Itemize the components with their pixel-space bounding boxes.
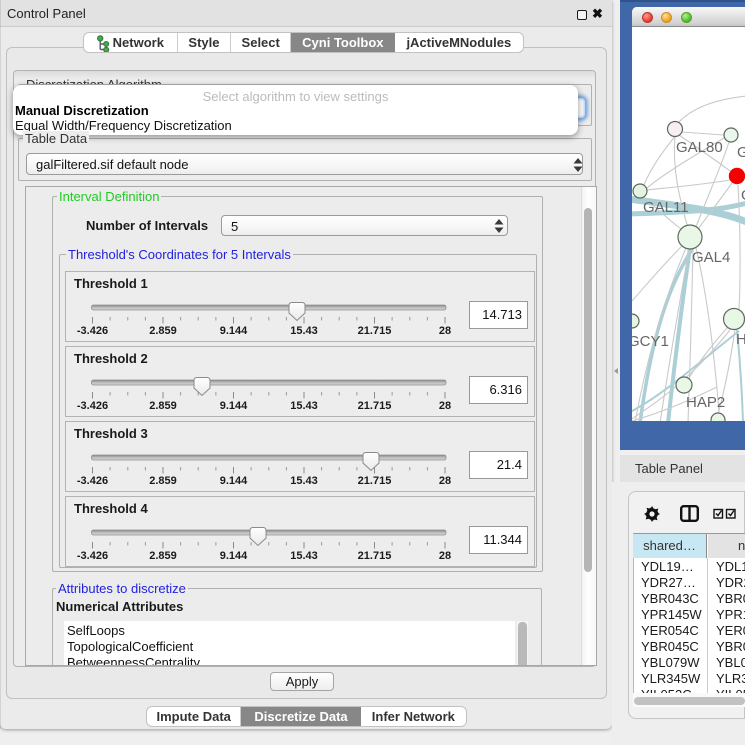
svg-text:21.715: 21.715 [358, 325, 392, 337]
svg-text:GCY1: GCY1 [632, 333, 669, 350]
svg-text:21.715: 21.715 [358, 550, 392, 562]
svg-text:28: 28 [439, 325, 451, 337]
svg-text:GAL11: GAL11 [643, 199, 689, 216]
svg-text:21.715: 21.715 [358, 475, 392, 487]
svg-text:15.43: 15.43 [290, 325, 318, 337]
svg-text:G: G [741, 187, 745, 204]
svg-text:H: H [736, 331, 745, 348]
svg-text:-3.426: -3.426 [77, 550, 108, 562]
svg-text:HAP2: HAP2 [686, 394, 725, 411]
svg-text:9.144: 9.144 [220, 400, 248, 412]
svg-text:2.859: 2.859 [149, 325, 177, 337]
svg-text:21.715: 21.715 [358, 400, 392, 412]
svg-text:15.43: 15.43 [290, 400, 318, 412]
svg-text:9.144: 9.144 [220, 325, 248, 337]
svg-text:15.43: 15.43 [290, 550, 318, 562]
svg-text:9.144: 9.144 [220, 475, 248, 487]
svg-text:28: 28 [439, 475, 451, 487]
svg-text:GAL4: GAL4 [737, 144, 745, 161]
svg-text:28: 28 [439, 550, 451, 562]
svg-text:28: 28 [439, 400, 451, 412]
svg-text:GAL80: GAL80 [676, 139, 723, 156]
svg-text:2.859: 2.859 [149, 475, 177, 487]
svg-text:-3.426: -3.426 [77, 325, 108, 337]
svg-text:9.144: 9.144 [220, 550, 248, 562]
svg-text:GAL4: GAL4 [692, 249, 730, 266]
svg-text:-3.426: -3.426 [77, 475, 108, 487]
svg-text:-3.426: -3.426 [77, 400, 108, 412]
svg-text:2.859: 2.859 [149, 400, 177, 412]
svg-text:15.43: 15.43 [290, 475, 318, 487]
svg-text:2.859: 2.859 [149, 550, 177, 562]
